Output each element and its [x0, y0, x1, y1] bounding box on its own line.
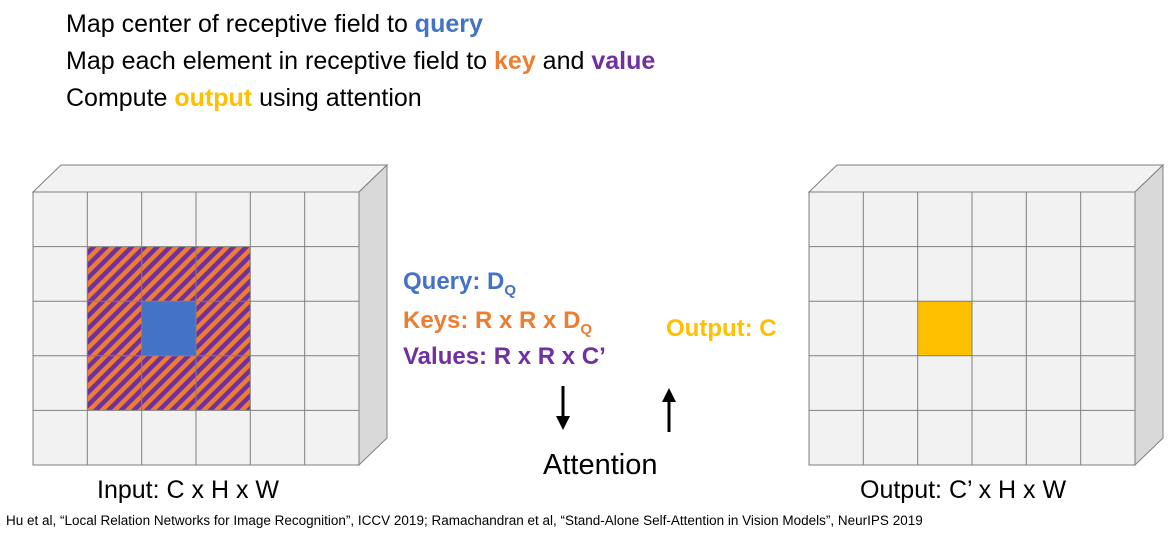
values-label: Values: R x R x C’	[403, 343, 606, 371]
input-tensor	[31, 163, 389, 467]
output-cube-top	[807, 164, 1165, 193]
output-center-cell	[917, 301, 972, 356]
attention-caption: Attention	[543, 449, 658, 481]
keys-label-subscript: Q	[580, 320, 593, 338]
keys-label: Keys: R x R x DQ	[403, 307, 592, 338]
output-tensor	[807, 163, 1165, 467]
input-cube-top	[31, 164, 389, 193]
input-cube-side	[358, 163, 388, 467]
keys-label-text: Keys: R x R x D	[403, 307, 581, 334]
up-arrow-icon	[662, 388, 676, 432]
citation: Hu et al, “Local Relation Networks for I…	[6, 513, 923, 528]
down-arrow-icon	[556, 386, 570, 430]
query-label-text: Query: D	[403, 268, 505, 295]
query-label: Query: DQ	[403, 268, 516, 299]
output-label: Output: C	[666, 315, 777, 343]
values-label-text: Values: R x R x C’	[403, 343, 606, 370]
query-label-subscript: Q	[504, 281, 517, 299]
input-caption: Input: C x H x W	[97, 476, 279, 504]
output-cube-side	[1134, 163, 1164, 467]
output-label-text: Output: C	[666, 315, 777, 342]
query-center-cell	[141, 301, 196, 356]
output-caption: Output: C’ x H x W	[860, 476, 1067, 504]
